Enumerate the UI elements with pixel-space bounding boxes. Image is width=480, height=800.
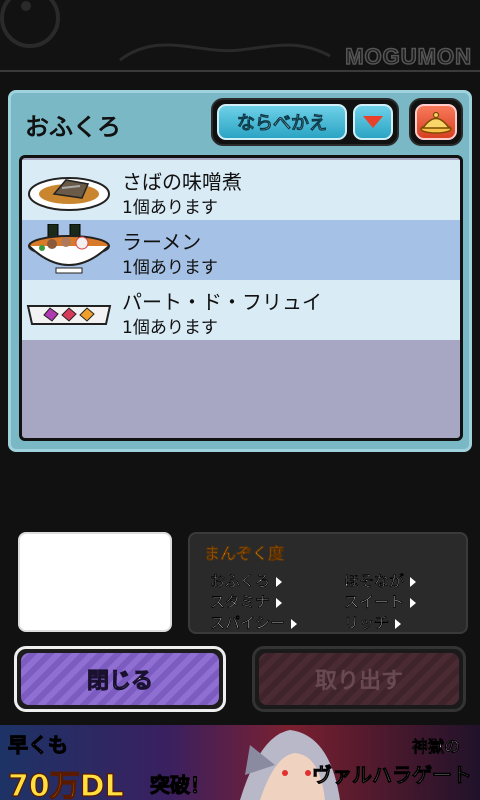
item-name: さばの味噌煮: [122, 170, 242, 194]
ad-title-line1: 神獄の: [411, 737, 461, 757]
ad-text-hayakumo: 早くも: [8, 733, 69, 758]
list-item[interactable]: パート・ド・フリュイ 1個あります: [22, 280, 460, 340]
fridge-panel: おふくろ ならべかえ さばの味噌煮 1個あります ラーメン 1個あります パート…: [8, 90, 472, 452]
stat-stamina: スタミナ: [210, 591, 283, 612]
app-logo: MOGUMON: [344, 43, 472, 70]
ad-text-breakthrough: 突破！: [150, 773, 211, 798]
dish-button[interactable]: [415, 104, 457, 140]
close-button[interactable]: 閉じる: [14, 646, 226, 712]
ad-banner[interactable]: 早くも 70万DL 突破！ 神獄の ヴァルハラゲート: [0, 725, 480, 800]
top-bar: MOGUMON: [0, 0, 480, 72]
stat-ofukuro: おふくろ: [210, 570, 283, 591]
item-name: パート・ド・フリュイ: [122, 290, 322, 314]
sort-button-label: ならべかえ: [237, 113, 328, 135]
stat-spicy: スパイシー: [210, 612, 298, 633]
dish-button-frame: [409, 98, 463, 146]
ad-title-line2: ヴァルハラゲート: [312, 763, 473, 788]
take-out-button-label: 取り出す: [259, 653, 459, 705]
arrow-right-icon: [395, 618, 402, 629]
sort-dropdown-button[interactable]: [353, 104, 393, 140]
close-button-label: 閉じる: [21, 653, 219, 705]
stat-rich: リッチ: [344, 612, 402, 633]
item-preview: [18, 532, 172, 632]
satisfaction-title: まんぞく度: [204, 544, 285, 563]
arrow-right-icon: [410, 597, 417, 608]
header-divider: [0, 70, 480, 72]
ramen-bowl-icon: [28, 224, 110, 274]
arrow-right-icon: [291, 618, 298, 629]
ad-text-downloads: 70万DL: [7, 768, 124, 800]
saba-miso-dish-icon: [28, 177, 110, 211]
item-name: ラーメン: [122, 230, 202, 254]
pate-de-fruit-tray-icon: [26, 305, 112, 325]
arrow-right-icon: [410, 576, 417, 587]
list-item[interactable]: さばの味噌煮 1個あります: [22, 160, 460, 220]
list-item[interactable]: ラーメン 1個あります: [22, 220, 460, 280]
arrow-right-icon: [276, 597, 283, 608]
sort-control: ならべかえ: [211, 98, 399, 146]
category-title: おふくろ: [25, 113, 121, 141]
sort-button[interactable]: ならべかえ: [217, 104, 347, 140]
arrow-right-icon: [276, 576, 283, 587]
cloche-icon: [420, 111, 452, 134]
take-out-button[interactable]: 取り出す: [252, 646, 466, 712]
stat-sweet: スイート: [344, 591, 417, 612]
item-count: 1個あります: [122, 258, 218, 278]
triangle-down-icon: [363, 116, 383, 128]
item-count: 1個あります: [122, 198, 218, 218]
item-count: 1個あります: [122, 318, 218, 338]
stat-hosonaga: ほそなが: [344, 570, 417, 591]
satisfaction-panel: まんぞく度 おふくろ ほそなが スタミナ スイート スパイシー リッチ: [188, 532, 468, 634]
food-list: さばの味噌煮 1個あります ラーメン 1個あります パート・ド・フリュイ 1個あ…: [19, 155, 463, 441]
